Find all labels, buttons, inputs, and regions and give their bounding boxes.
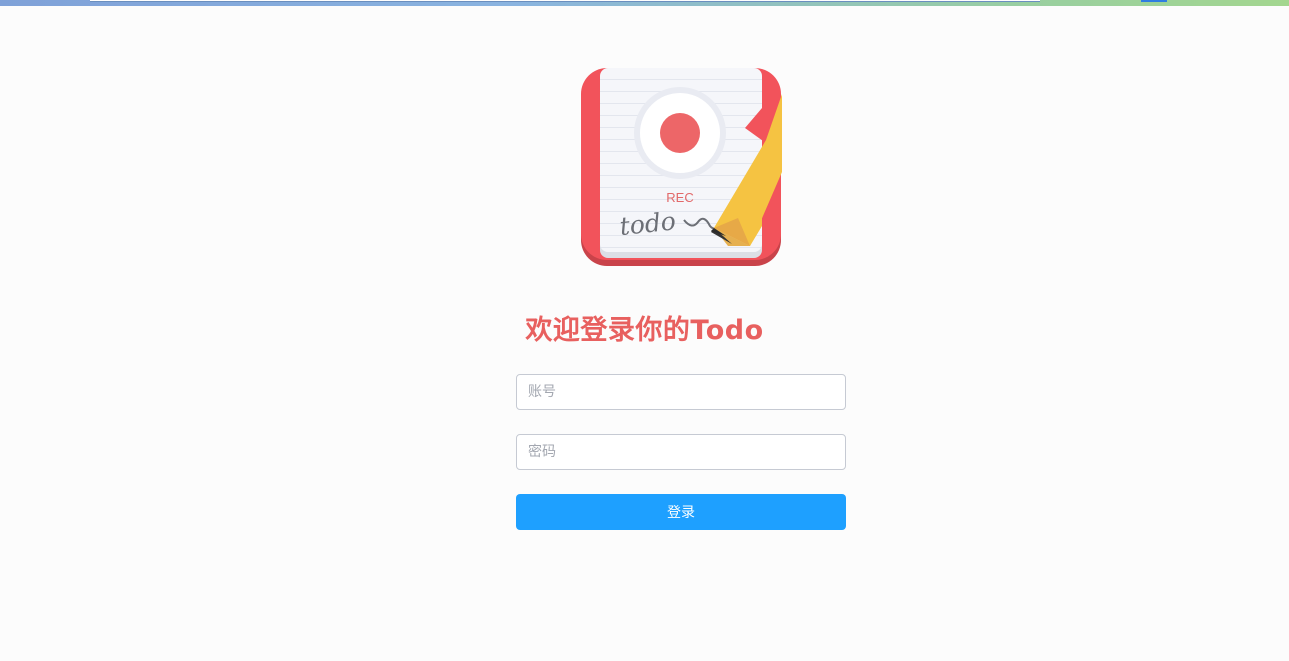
- toolbar-indicator: [1141, 0, 1167, 2]
- browser-top-strip: [0, 0, 1289, 6]
- record-icon: [660, 113, 700, 153]
- account-input[interactable]: [516, 374, 846, 410]
- todo-app-logo: REC todo: [581, 68, 782, 266]
- password-input[interactable]: [516, 434, 846, 470]
- page-title: 欢迎登录你的Todo: [525, 315, 764, 346]
- login-button[interactable]: 登录: [516, 494, 846, 530]
- address-bar-edge: [90, 0, 1040, 2]
- rec-label: REC: [666, 190, 693, 205]
- todo-handwriting: todo: [618, 206, 677, 241]
